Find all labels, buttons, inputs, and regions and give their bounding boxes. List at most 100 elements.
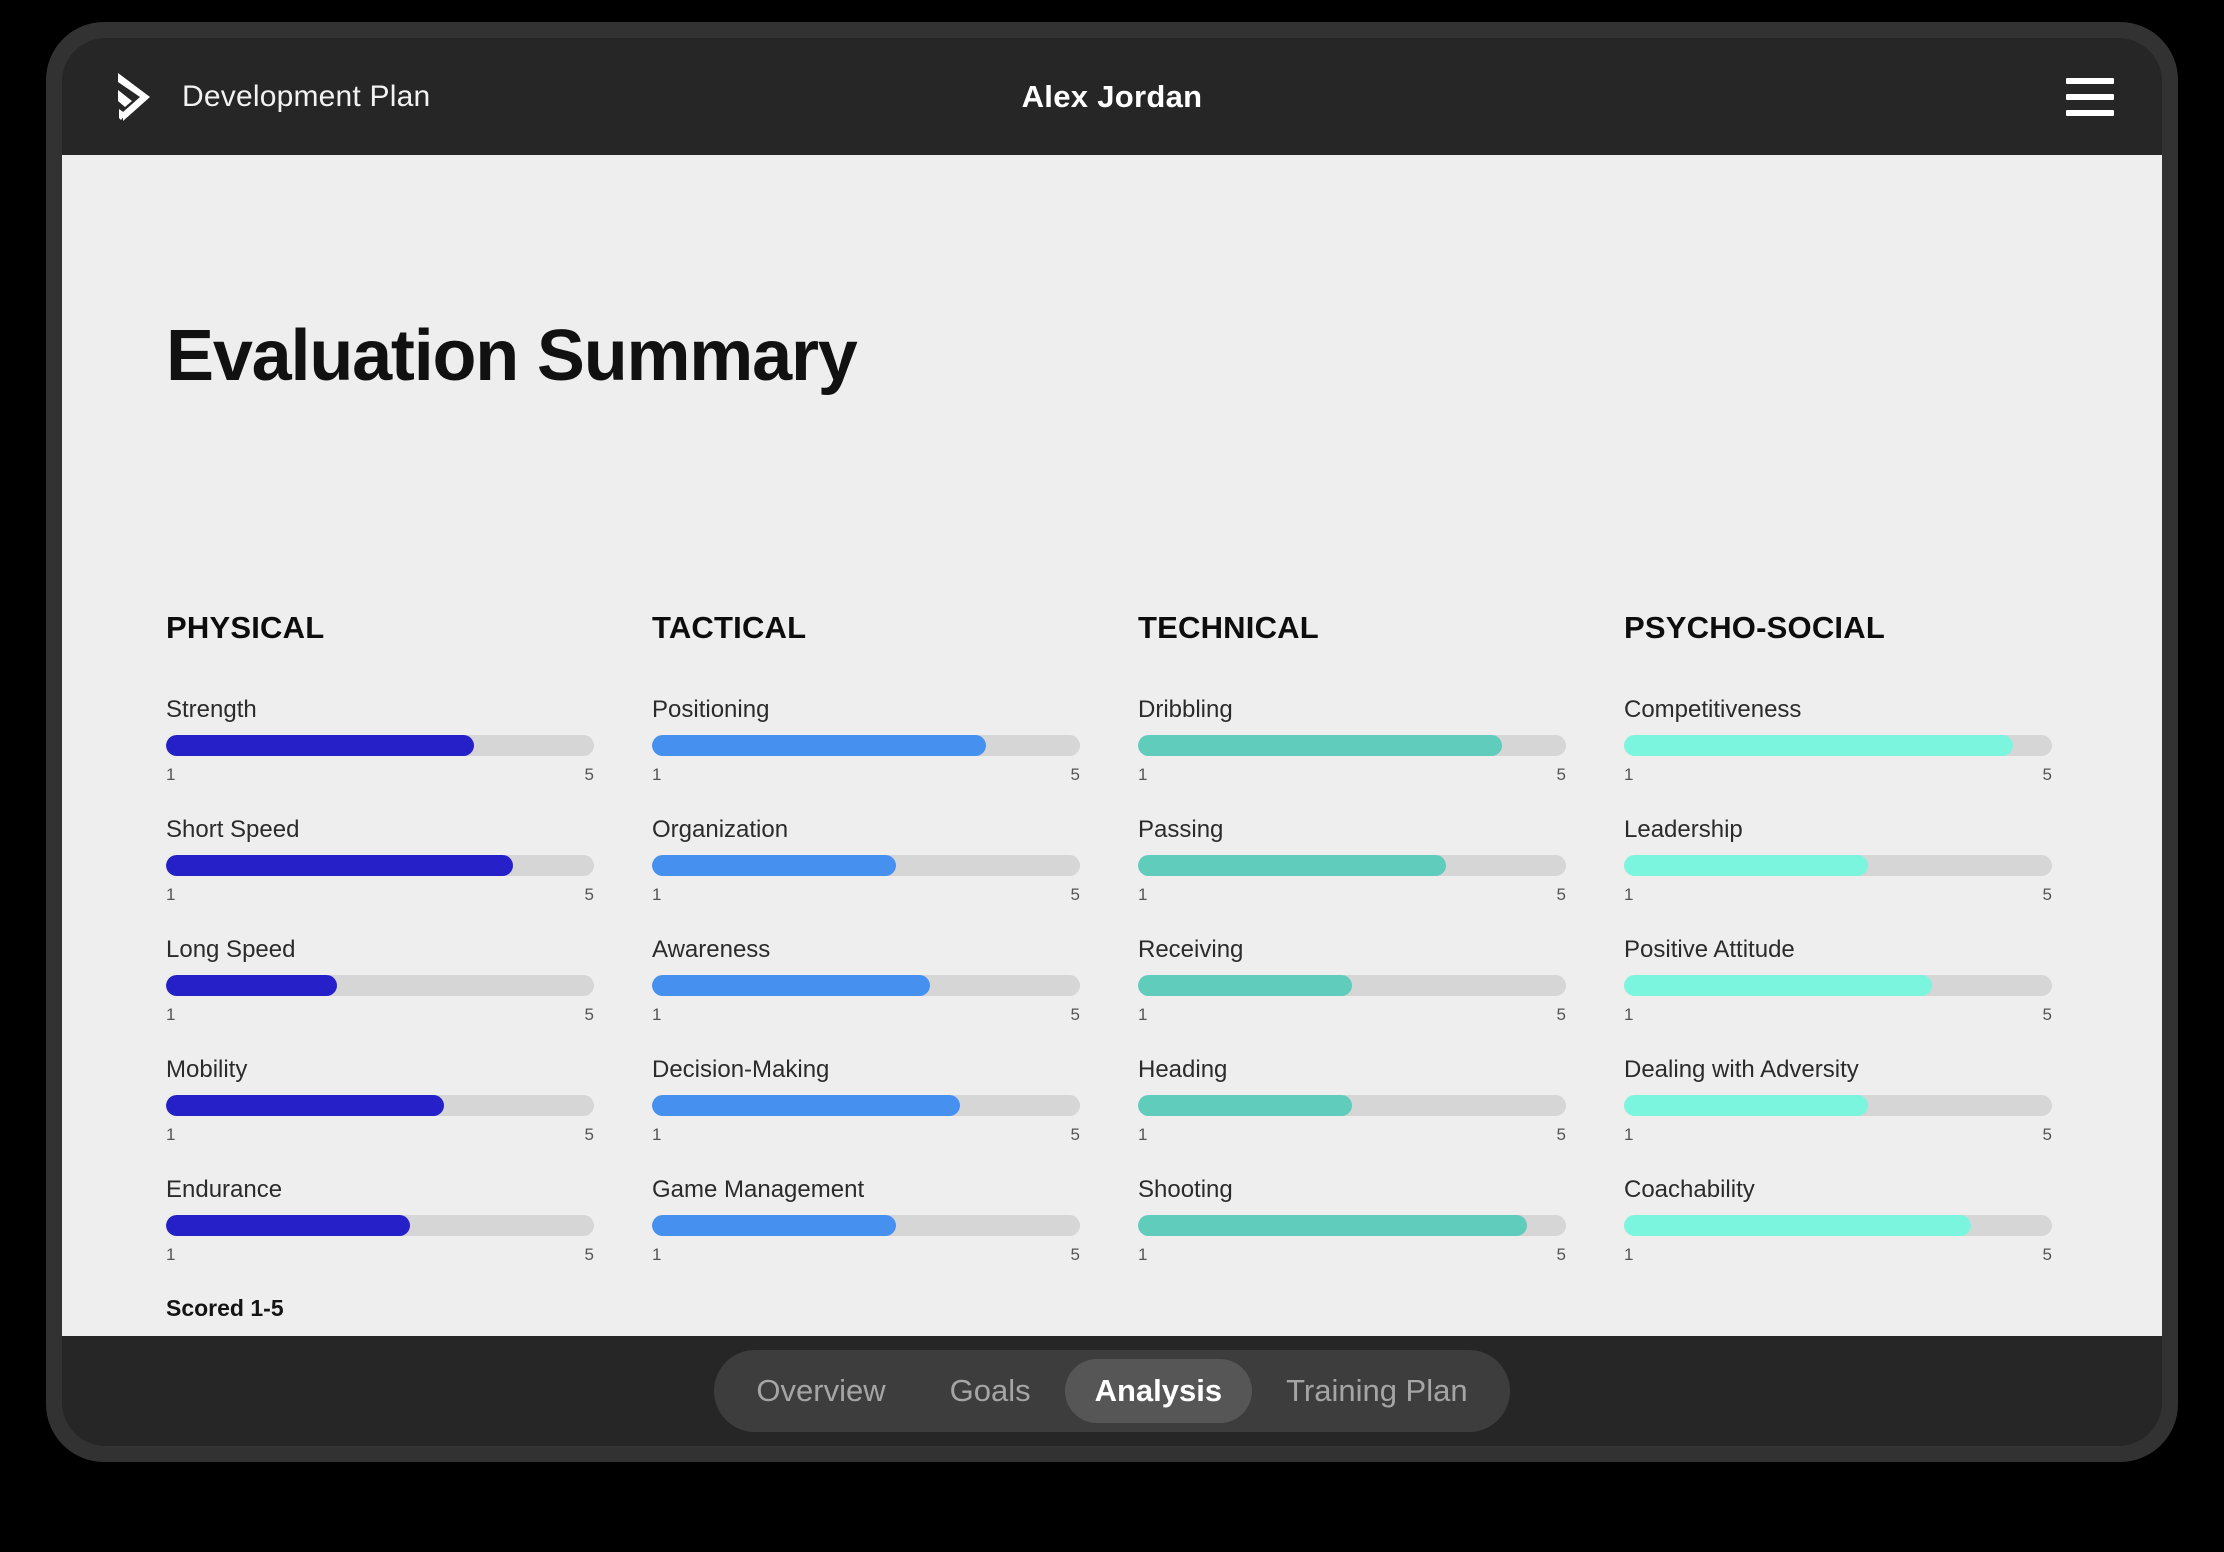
scale-max: 5 xyxy=(2042,885,2052,904)
metric-track[interactable] xyxy=(166,1095,594,1116)
metric-row: Short Speed 1 5 xyxy=(166,816,652,905)
metric-fill xyxy=(1624,1095,1868,1116)
metric-track[interactable] xyxy=(1624,1095,2052,1116)
page-title: Evaluation Summary xyxy=(166,316,858,396)
metric-fill xyxy=(166,975,338,996)
metric-fill xyxy=(652,1215,896,1236)
metric-label: Strength xyxy=(166,696,257,723)
evaluation-columns: PHYSICAL Strength 1 5 Short Speed 1 5 Long Spee… xyxy=(166,610,2098,1296)
metric-row: Positive Attitude 1 5 xyxy=(1624,936,2110,1025)
metric-fill xyxy=(652,735,986,756)
column-heading: PSYCHO-SOCIAL xyxy=(1624,610,1885,645)
metric-scale: 15 xyxy=(1138,1245,1566,1265)
metric-label: Dribbling xyxy=(1138,696,1233,723)
metric-label: Mobility xyxy=(166,1056,248,1083)
metric-label: Positioning xyxy=(652,696,770,723)
metric-track[interactable] xyxy=(1138,735,1566,756)
metric-label: Receiving xyxy=(1138,936,1244,963)
tab-overview[interactable]: Overview xyxy=(726,1359,915,1423)
scale-max: 5 xyxy=(2042,1245,2052,1264)
scale-min: 1 xyxy=(1624,1125,1634,1144)
metric-track[interactable] xyxy=(1138,855,1566,876)
metric-fill xyxy=(1138,855,1447,876)
scale-max: 5 xyxy=(1070,1245,1080,1264)
metric-track[interactable] xyxy=(1138,1095,1566,1116)
metric-scale: 15 xyxy=(652,1005,1080,1025)
device-frame: Development Plan Alex Jordan Evaluation … xyxy=(46,22,2178,1462)
app-header: Development Plan Alex Jordan xyxy=(62,38,2162,155)
eval-column-physical: PHYSICAL Strength 1 5 Short Speed 1 5 Long Spee… xyxy=(166,610,652,1296)
wing-logo-icon xyxy=(118,72,150,121)
metric-row: Dealing with Adversity 1 5 xyxy=(1624,1056,2110,1145)
scale-min: 1 xyxy=(1138,765,1148,784)
menu-bar-3 xyxy=(2066,109,2114,116)
tab-training-plan[interactable]: Training Plan xyxy=(1256,1359,1498,1423)
menu-bar-1 xyxy=(2066,77,2114,84)
metric-label: Endurance xyxy=(166,1176,283,1203)
metric-scale: 15 xyxy=(166,1245,594,1265)
metric-track[interactable] xyxy=(1624,975,2052,996)
metric-scale: 15 xyxy=(652,1245,1080,1265)
metric-track[interactable] xyxy=(1138,975,1566,996)
metric-scale: 15 xyxy=(1624,1125,2052,1145)
metric-track[interactable] xyxy=(652,1095,1080,1116)
metric-fill xyxy=(1624,735,2014,756)
metric-row: Decision-Making 1 5 xyxy=(652,1056,1138,1145)
metric-track[interactable] xyxy=(1624,1215,2052,1236)
brand-cluster: Development Plan xyxy=(110,71,430,123)
metric-track[interactable] xyxy=(652,855,1080,876)
metric-label: Passing xyxy=(1138,816,1224,843)
app-title: Development Plan xyxy=(182,79,431,113)
metric-track[interactable] xyxy=(652,975,1080,996)
scale-min: 1 xyxy=(652,1245,662,1264)
metric-fill xyxy=(652,975,931,996)
column-heading: TECHNICAL xyxy=(1138,610,1319,645)
metric-fill xyxy=(1138,1215,1528,1236)
metric-row: Positioning 1 5 xyxy=(652,696,1138,785)
bottom-tab-bar: Overview Goals Analysis Training Plan xyxy=(62,1336,2162,1446)
metric-track[interactable] xyxy=(166,855,594,876)
metric-row: Mobility 1 5 xyxy=(166,1056,652,1145)
metric-fill xyxy=(166,855,513,876)
metric-track[interactable] xyxy=(1624,855,2052,876)
metric-track[interactable] xyxy=(166,735,594,756)
metric-fill xyxy=(1138,1095,1352,1116)
scale-min: 1 xyxy=(166,1245,176,1264)
metric-label: Awareness xyxy=(652,936,771,963)
scale-min: 1 xyxy=(1624,1005,1634,1024)
tab-goals[interactable]: Goals xyxy=(920,1359,1061,1423)
metric-track[interactable] xyxy=(1138,1215,1566,1236)
metric-row: Dribbling 1 5 xyxy=(1138,696,1624,785)
metric-label: Shooting xyxy=(1138,1176,1233,1203)
metric-scale: 15 xyxy=(166,885,594,905)
metric-scale: 15 xyxy=(1624,1005,2052,1025)
metric-track[interactable] xyxy=(652,735,1080,756)
metric-fill xyxy=(166,1215,410,1236)
metric-scale: 15 xyxy=(1624,1245,2052,1265)
metric-fill xyxy=(652,855,896,876)
scale-min: 1 xyxy=(1138,1005,1148,1024)
scale-max: 5 xyxy=(1556,885,1566,904)
scale-max: 5 xyxy=(1070,765,1080,784)
metric-track[interactable] xyxy=(166,1215,594,1236)
tab-analysis[interactable]: Analysis xyxy=(1064,1359,1253,1423)
metric-track[interactable] xyxy=(166,975,594,996)
scale-max: 5 xyxy=(1556,1005,1566,1024)
hamburger-menu-icon[interactable] xyxy=(2066,77,2114,116)
metric-fill xyxy=(166,1095,445,1116)
metric-scale: 15 xyxy=(1624,885,2052,905)
scale-max: 5 xyxy=(1070,1005,1080,1024)
metric-row: Heading 1 5 xyxy=(1138,1056,1624,1145)
metric-row: Competitiveness 1 5 xyxy=(1624,696,2110,785)
metric-fill xyxy=(652,1095,961,1116)
metric-track[interactable] xyxy=(652,1215,1080,1236)
metric-row: Long Speed 1 5 xyxy=(166,936,652,1025)
scale-max: 5 xyxy=(2042,1005,2052,1024)
metric-label: Short Speed xyxy=(166,816,300,843)
column-heading: PHYSICAL xyxy=(166,610,325,645)
metric-track[interactable] xyxy=(1624,735,2052,756)
scale-min: 1 xyxy=(652,885,662,904)
metric-label: Dealing with Adversity xyxy=(1624,1056,1859,1083)
device-screen: Development Plan Alex Jordan Evaluation … xyxy=(62,38,2162,1446)
scale-min: 1 xyxy=(166,1125,176,1144)
